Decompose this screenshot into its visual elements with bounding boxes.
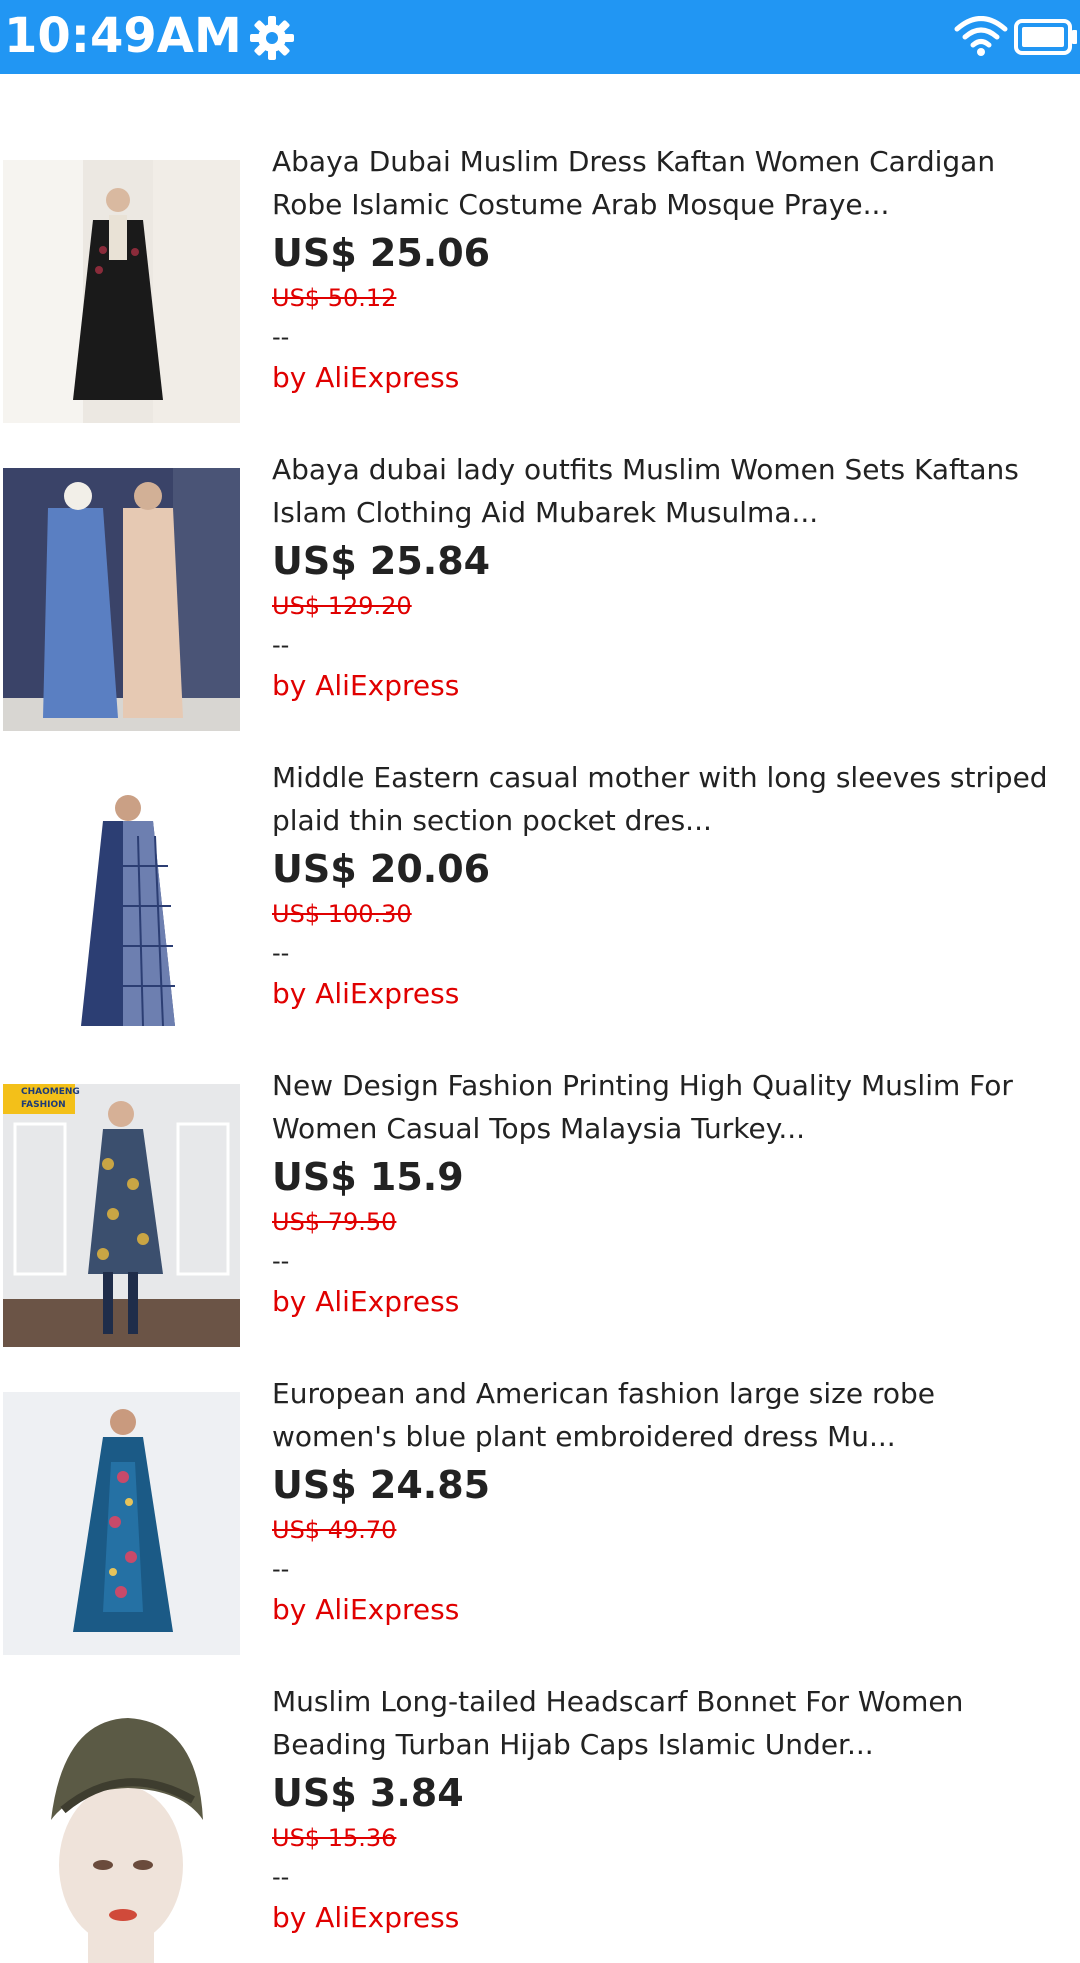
status-time: 10:49AM: [4, 8, 242, 64]
product-seller: by AliExpress: [272, 1901, 460, 1934]
product-price: US$ 3.84: [272, 1771, 464, 1815]
product-row[interactable]: Muslim Long-tailed Headscarf Bonnet For …: [0, 1614, 1080, 1963]
product-row[interactable]: CHAOMENG FASHION New Design Fashion Prin…: [0, 998, 1080, 1347]
product-row[interactable]: Abaya Dubai Muslim Dress Kaftan Women Ca…: [0, 74, 1080, 423]
brand-badge-logo: CHAOMENG FASHION: [3, 1084, 80, 1114]
product-rating: --: [272, 631, 290, 659]
product-rating: --: [272, 1247, 290, 1275]
product-rating: --: [272, 939, 290, 967]
product-price: US$ 24.85: [272, 1463, 491, 1507]
product-old-price: US$ 129.20: [272, 592, 412, 620]
product-info: Abaya dubai lady outfits Muslim Women Se…: [272, 448, 1080, 708]
battery-icon: [1014, 19, 1077, 55]
product-info: European and American fashion large size…: [272, 1372, 1080, 1632]
product-old-price: US$ 50.12: [272, 284, 397, 312]
product-title-line[interactable]: Beading Turban Hijab Caps Islamic Under.…: [272, 1723, 1080, 1766]
product-title-line[interactable]: Robe Islamic Costume Arab Mosque Praye..…: [272, 183, 1080, 226]
product-old-price: US$ 49.70: [272, 1516, 397, 1544]
product-info: Muslim Long-tailed Headscarf Bonnet For …: [272, 1680, 1080, 1940]
product-image[interactable]: [3, 1700, 240, 1963]
product-row[interactable]: Middle Eastern casual mother with long s…: [0, 690, 1080, 1039]
product-row[interactable]: European and American fashion large size…: [0, 1306, 1080, 1655]
product-title-line[interactable]: plaid thin section pocket dres...: [272, 799, 1080, 842]
product-rating: --: [272, 1863, 290, 1891]
product-title-line[interactable]: Islam Clothing Aid Mubarek Musulma...: [272, 491, 1080, 534]
product-price: US$ 25.84: [272, 539, 491, 583]
product-title-line[interactable]: Abaya dubai lady outfits Muslim Women Se…: [272, 448, 1080, 491]
product-info: New Design Fashion Printing High Quality…: [272, 1064, 1080, 1324]
wifi-icon: [954, 16, 1008, 56]
product-price: US$ 25.06: [272, 231, 491, 275]
status-bar: 10:49AM: [0, 0, 1080, 74]
product-old-price: US$ 15.36: [272, 1824, 397, 1852]
product-rating: --: [272, 323, 290, 351]
product-rating: --: [272, 1555, 290, 1583]
product-title-line[interactable]: women's blue plant embroidered dress Mu.…: [272, 1415, 1080, 1458]
product-price: US$ 20.06: [272, 847, 491, 891]
product-title-line[interactable]: European and American fashion large size…: [272, 1372, 1080, 1415]
product-title-line[interactable]: Women Casual Tops Malaysia Turkey...: [272, 1107, 1080, 1150]
product-price: US$ 15.9: [272, 1155, 464, 1199]
product-info: Abaya Dubai Muslim Dress Kaftan Women Ca…: [272, 140, 1080, 400]
product-row[interactable]: Abaya dubai lady outfits Muslim Women Se…: [0, 382, 1080, 731]
product-title-line[interactable]: Middle Eastern casual mother with long s…: [272, 756, 1080, 799]
product-old-price: US$ 100.30: [272, 900, 412, 928]
gear-icon: [250, 16, 294, 60]
product-info: Middle Eastern casual mother with long s…: [272, 756, 1080, 1016]
product-title-line[interactable]: Muslim Long-tailed Headscarf Bonnet For …: [272, 1680, 1080, 1723]
product-title-line[interactable]: New Design Fashion Printing High Quality…: [272, 1064, 1080, 1107]
product-title-line[interactable]: Abaya Dubai Muslim Dress Kaftan Women Ca…: [272, 140, 1080, 183]
product-old-price: US$ 79.50: [272, 1208, 397, 1236]
